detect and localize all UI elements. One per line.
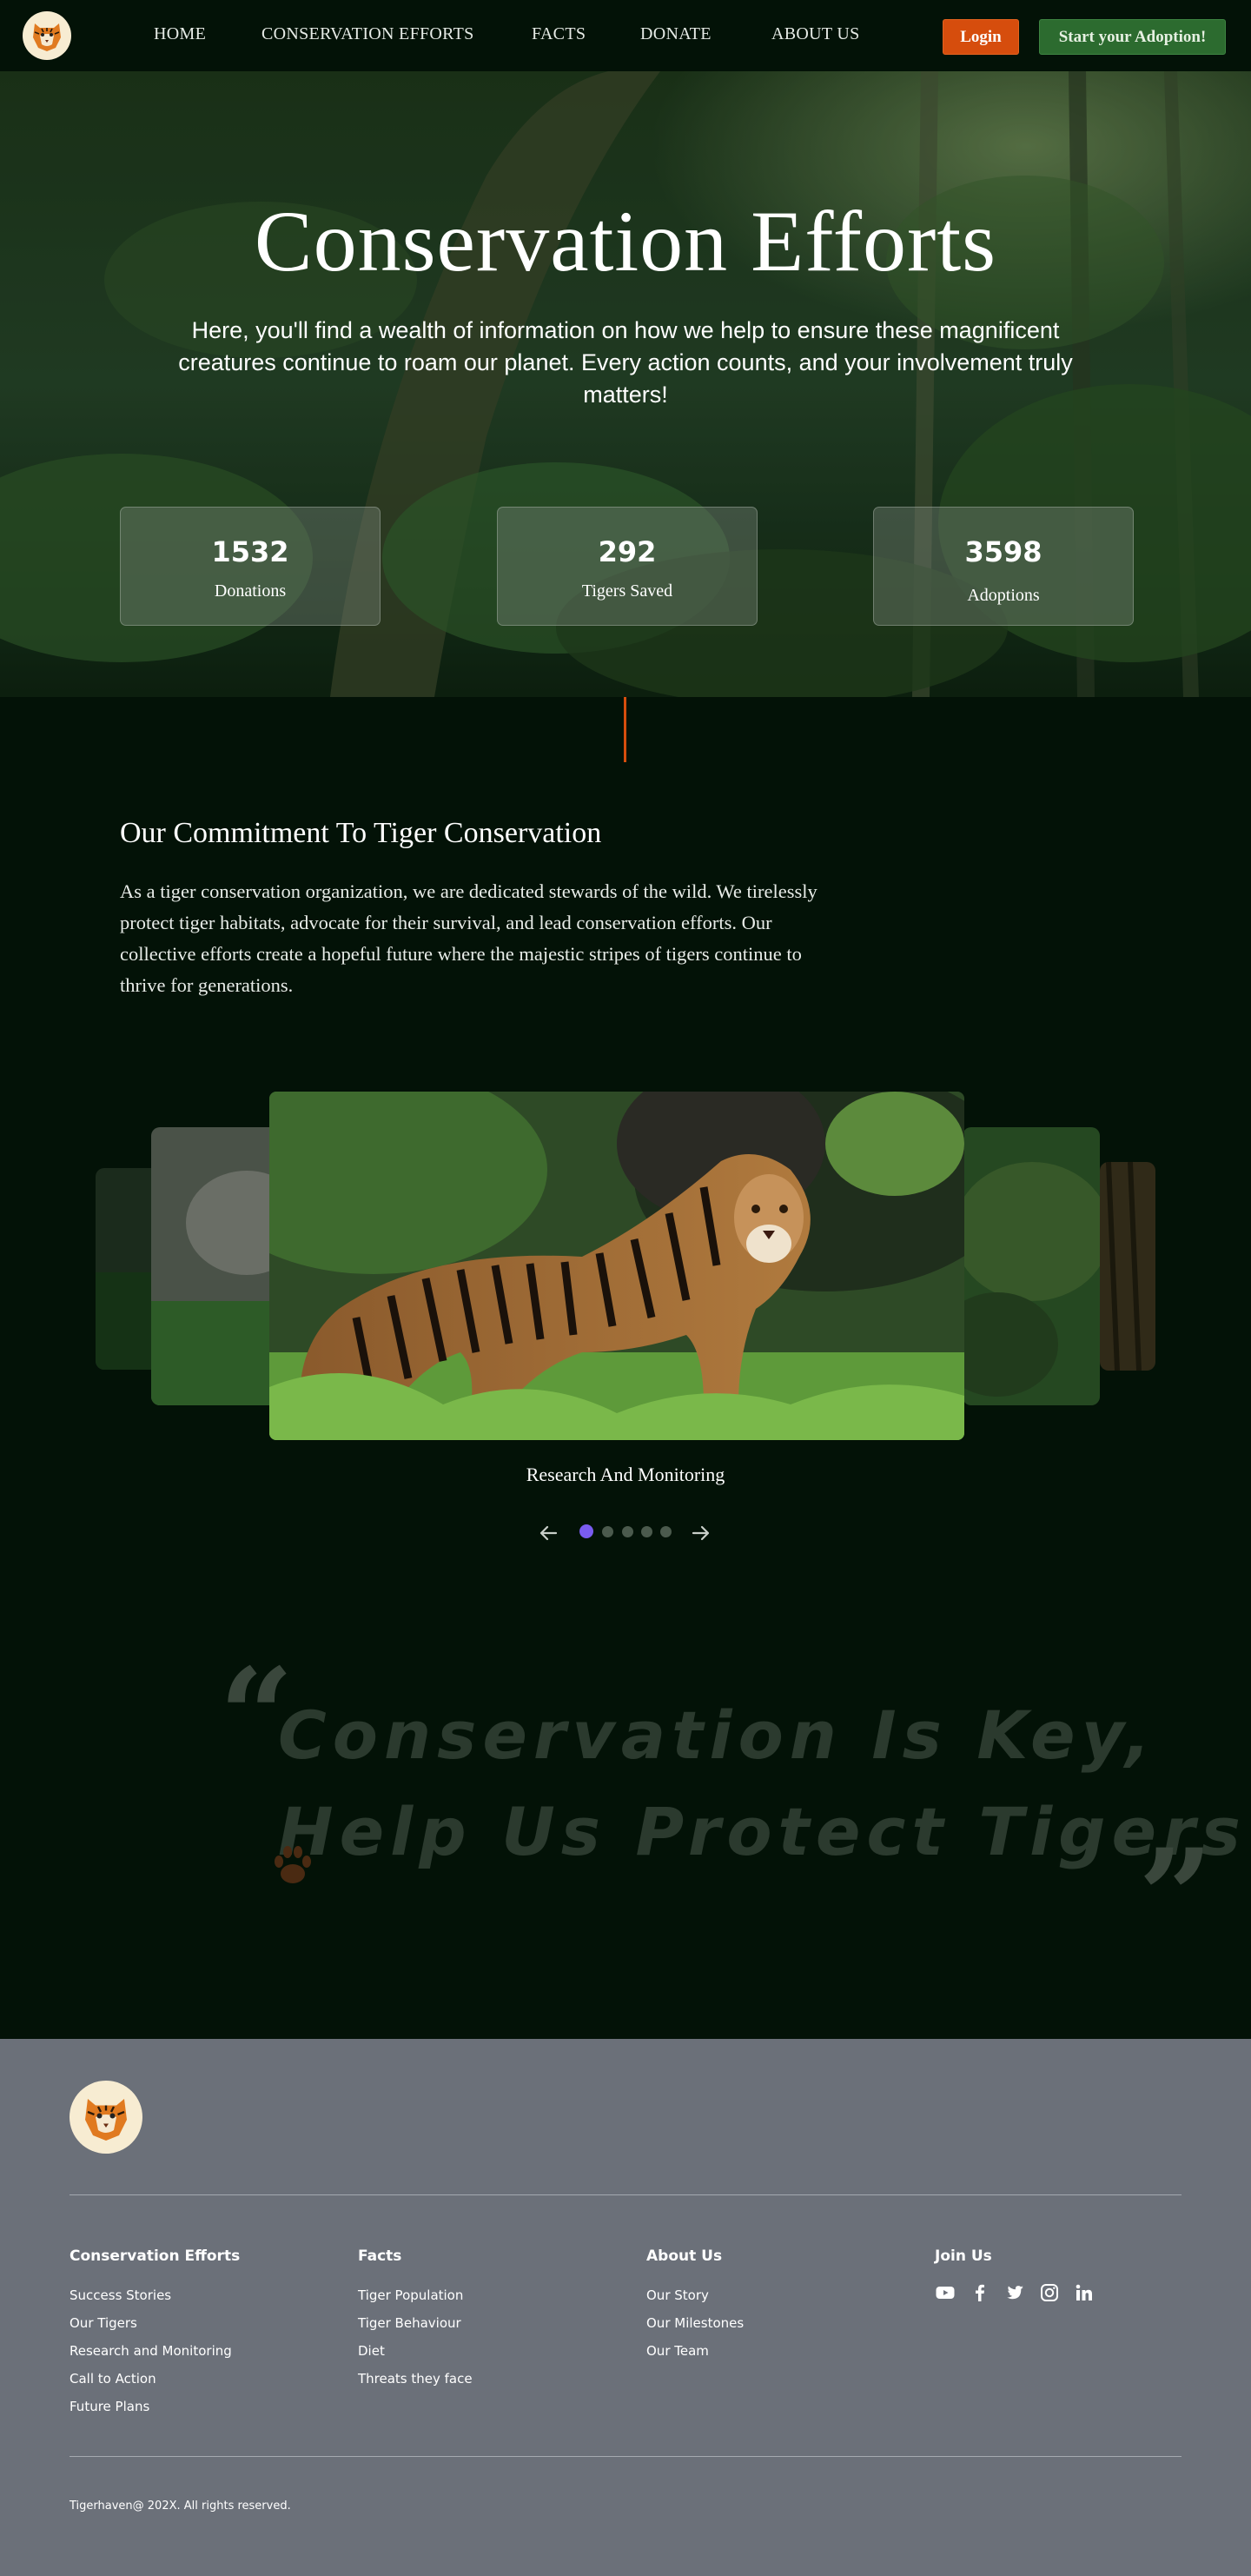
- carousel-prev-arrow-icon[interactable]: [537, 1522, 559, 1544]
- footer-link[interactable]: Tiger Behaviour: [358, 2315, 461, 2331]
- start-adoption-button[interactable]: Start your Adoption!: [1039, 19, 1226, 55]
- carousel-dot-1[interactable]: [579, 1524, 593, 1538]
- youtube-icon[interactable]: [935, 2282, 956, 2303]
- carousel-dot-3[interactable]: [622, 1526, 633, 1537]
- copyright-text: Tigerhaven@ 202X. All rights reserved.: [70, 2500, 291, 2513]
- footer-link[interactable]: Success Stories: [70, 2287, 171, 2303]
- footer-link[interactable]: Our Milestones: [646, 2315, 744, 2331]
- tiger-logo-icon[interactable]: [23, 11, 71, 60]
- facebook-icon[interactable]: [970, 2282, 990, 2303]
- quote-line-1: Conservation Is Key,: [278, 1696, 1157, 1774]
- twitter-icon[interactable]: [1004, 2282, 1025, 2303]
- stat-value: 1532: [211, 535, 289, 568]
- instagram-icon[interactable]: [1039, 2282, 1060, 2303]
- footer-link[interactable]: Our Story: [646, 2287, 709, 2303]
- carousel-slide-far-right[interactable]: [1100, 1162, 1155, 1371]
- paw-print-icon: [275, 1846, 311, 1883]
- carousel-main-slide-image[interactable]: [269, 1092, 964, 1440]
- stat-card-tigers-saved: 292 Tigers Saved: [497, 507, 758, 626]
- footer-link[interactable]: Call to Action: [70, 2371, 156, 2387]
- footer-link[interactable]: Research and Monitoring: [70, 2343, 232, 2359]
- nav-home-link[interactable]: HOME: [154, 24, 206, 44]
- nav-about-us-link[interactable]: ABOUT US: [771, 24, 860, 44]
- nav-conservation-efforts-link[interactable]: CONSERVATION EFFORTS: [261, 24, 474, 44]
- login-button[interactable]: Login: [943, 19, 1019, 55]
- footer-link[interactable]: Threats they face: [358, 2371, 473, 2387]
- carousel-slide-right[interactable]: [963, 1127, 1100, 1405]
- footer-divider: [70, 2456, 1182, 2457]
- stat-value: 292: [598, 535, 657, 568]
- footer-divider: [70, 2194, 1182, 2195]
- footer-heading-conservation: Conservation Efforts: [70, 2247, 241, 2265]
- commitment-title: Our Commitment To Tiger Conservation: [120, 817, 602, 849]
- hero-subtitle: Here, you'll find a wealth of informatio…: [178, 317, 1073, 408]
- section-divider-line: [624, 697, 626, 762]
- footer-heading-facts: Facts: [358, 2247, 402, 2265]
- stat-label: Tigers Saved: [581, 581, 673, 601]
- stat-card-donations: 1532 Donations: [120, 507, 381, 626]
- hero-title: Conservation Efforts: [254, 193, 997, 289]
- footer-heading-about: About Us: [646, 2247, 723, 2265]
- footer-link[interactable]: Diet: [358, 2343, 385, 2359]
- quote-line-2: Help Us Protect Tigers: [278, 1793, 1247, 1870]
- close-quote-icon: ”: [1138, 1821, 1214, 1974]
- footer-link[interactable]: Our Team: [646, 2343, 709, 2359]
- footer-tiger-logo-icon[interactable]: [70, 2081, 142, 2154]
- stat-card-adoptions: 3598 Adoptions: [873, 507, 1134, 626]
- carousel-dot-5[interactable]: [660, 1526, 672, 1537]
- carousel-next-arrow-icon[interactable]: [690, 1522, 712, 1544]
- nav-donate-link[interactable]: DONATE: [640, 24, 712, 44]
- footer-link[interactable]: Our Tigers: [70, 2315, 137, 2331]
- stat-label: Adoptions: [967, 586, 1040, 605]
- carousel-dot-2[interactable]: [602, 1526, 613, 1537]
- footer-heading-join: Join Us: [935, 2247, 992, 2265]
- commitment-text: As a tiger conservation organization, we…: [120, 880, 817, 996]
- stat-label: Donations: [214, 581, 287, 601]
- carousel-caption: Research And Monitoring: [526, 1464, 725, 1485]
- stat-value: 3598: [964, 535, 1042, 568]
- top-navbar: HOME CONSERVATION EFFORTS FACTS DONATE A…: [0, 0, 1251, 71]
- nav-facts-link[interactable]: FACTS: [532, 24, 586, 44]
- footer: Conservation Efforts Facts About Us Join…: [0, 2039, 1251, 2576]
- carousel-dot-4[interactable]: [641, 1526, 652, 1537]
- footer-link[interactable]: Tiger Population: [358, 2287, 463, 2303]
- footer-link[interactable]: Future Plans: [70, 2399, 149, 2414]
- linkedin-icon[interactable]: [1074, 2282, 1095, 2303]
